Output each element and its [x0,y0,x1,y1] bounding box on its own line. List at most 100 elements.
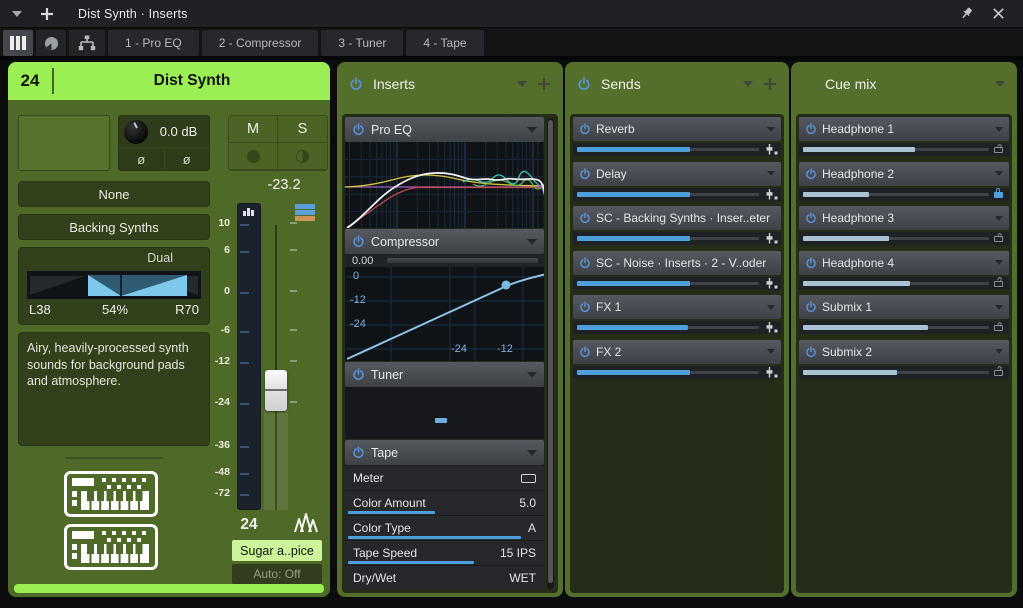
power-icon[interactable] [579,346,591,358]
power-icon[interactable] [352,235,365,248]
instrument-chip[interactable]: Sugar a..pice [232,540,322,561]
send-fader-icon[interactable] [765,366,778,379]
pro-eq-thumbnail[interactable] [345,142,544,228]
knob-view-button[interactable] [36,30,66,56]
add-send-icon[interactable] [763,77,777,91]
send-fader-icon[interactable] [765,188,778,201]
tape-param-color-amount[interactable]: Color Amount 5.0 [345,490,544,515]
power-icon[interactable] [579,168,591,180]
close-icon[interactable] [992,7,1005,20]
send-fader-icon[interactable] [765,143,778,156]
send-level-reverb[interactable] [573,143,781,156]
gain-knob[interactable] [124,120,148,144]
waveform-icon[interactable] [294,513,318,533]
output-bus-button[interactable]: Backing Synths [18,214,210,240]
input-select-button[interactable]: None [18,181,210,207]
cue-item-submix-2[interactable]: Submix 2 [799,340,1009,364]
send-item-sidechain-1[interactable]: SC - Backing Synths · Inser..eter [573,206,781,230]
device-header-tape[interactable]: Tape [345,440,544,465]
lock-icon[interactable] [994,192,1003,198]
device-header-pro-eq[interactable]: Pro EQ [345,117,544,142]
cue-menu-chevron-icon[interactable] [995,81,1005,87]
lock-icon[interactable] [994,325,1003,331]
send-level-fx2[interactable] [573,366,781,379]
fader-handle[interactable] [265,370,287,411]
mixer-view-button[interactable] [3,30,33,56]
tuner-thumbnail[interactable] [345,387,544,439]
monitor-button[interactable] [278,143,327,170]
send-item-sidechain-2[interactable]: SC - Noise · Inserts · 2 - V..oder [573,251,781,275]
send-item-delay[interactable]: Delay [573,162,781,186]
record-arm-button[interactable] [229,143,278,170]
power-icon[interactable] [352,368,365,381]
cue-item-headphone-3[interactable]: Headphone 3 [799,206,1009,230]
cue-level-headphone-1[interactable] [799,143,1009,156]
compressor-thumbnail[interactable]: 0 -12 -24 -24 -12 [345,267,544,361]
send-level-sidechain-1[interactable] [573,232,781,245]
power-icon[interactable] [805,168,817,180]
cue-level-submix-2[interactable] [799,366,1009,379]
tab-compressor[interactable]: 2 - Compressor [202,30,319,56]
peak-readout[interactable]: -23.2 [244,177,324,193]
tape-param-tape-speed[interactable]: Tape Speed 15 IPS [345,540,544,565]
power-icon[interactable] [805,257,817,269]
sends-menu-chevron-icon[interactable] [743,81,753,87]
meter-mode-icon[interactable] [243,208,254,216]
lock-icon[interactable] [994,147,1003,153]
power-icon[interactable] [579,301,591,313]
tab-tuner[interactable]: 3 - Tuner [321,30,403,56]
solo-button[interactable]: S [278,116,327,143]
lock-icon[interactable] [994,236,1003,242]
power-icon[interactable] [352,446,365,459]
channel-name[interactable]: Dist Synth [54,72,330,90]
tape-param-meter[interactable]: Meter [345,465,544,490]
cue-level-headphone-3[interactable] [799,232,1009,245]
power-icon[interactable] [577,77,591,91]
pan-mode-select[interactable]: Dual [147,251,187,265]
inserts-menu-chevron-icon[interactable] [517,81,527,87]
window-menu-chevron-icon[interactable] [12,11,22,17]
power-icon[interactable] [805,212,817,224]
send-item-fx1[interactable]: FX 1 [573,295,781,319]
send-level-sidechain-2[interactable] [573,277,781,290]
power-icon[interactable] [805,346,817,358]
send-item-reverb[interactable]: Reverb [573,117,781,141]
cue-item-headphone-1[interactable]: Headphone 1 [799,117,1009,141]
device-header-compressor[interactable]: Compressor [345,229,544,254]
send-fader-icon[interactable] [765,321,778,334]
phase-left-button[interactable]: ø [119,148,165,171]
input-slot-box[interactable] [18,115,110,171]
tape-param-dry-wet[interactable]: Dry/Wet WET [345,565,544,590]
lock-icon[interactable] [994,281,1003,287]
device-header-tuner[interactable]: Tuner [345,362,544,387]
phase-right-button[interactable]: ø [165,148,210,171]
scrollbar-thumb[interactable] [548,120,553,583]
automation-button[interactable]: Auto: Off [232,564,322,584]
pan-right-value[interactable]: R70 [175,302,199,317]
tape-param-color-type[interactable]: Color Type A [345,515,544,540]
pan-display[interactable] [27,271,201,299]
routing-view-button[interactable] [69,30,105,56]
power-icon[interactable] [579,257,591,269]
send-fader-icon[interactable] [765,232,778,245]
power-icon[interactable] [805,301,817,313]
tab-pro-eq[interactable]: 1 - Pro EQ [108,30,199,56]
cue-level-headphone-2[interactable] [799,188,1009,201]
pin-icon[interactable] [959,6,974,21]
mute-button[interactable]: M [229,116,278,143]
send-level-fx1[interactable] [573,321,781,334]
send-fader-icon[interactable] [765,277,778,290]
send-level-delay[interactable] [573,188,781,201]
power-icon[interactable] [805,123,817,135]
cue-item-submix-1[interactable]: Submix 1 [799,295,1009,319]
add-tab-icon[interactable] [40,7,54,21]
power-icon[interactable] [579,212,591,224]
gain-value[interactable]: 0.0 dB [148,124,209,139]
tab-tape[interactable]: 4 - Tape [406,30,483,56]
cue-item-headphone-2[interactable]: Headphone 2 [799,162,1009,186]
notes-box[interactable]: Airy, heavily-processed synth sounds for… [18,332,210,446]
cue-item-headphone-4[interactable]: Headphone 4 [799,251,1009,275]
lock-icon[interactable] [994,370,1003,376]
power-icon[interactable] [349,77,363,91]
cue-level-submix-1[interactable] [799,321,1009,334]
